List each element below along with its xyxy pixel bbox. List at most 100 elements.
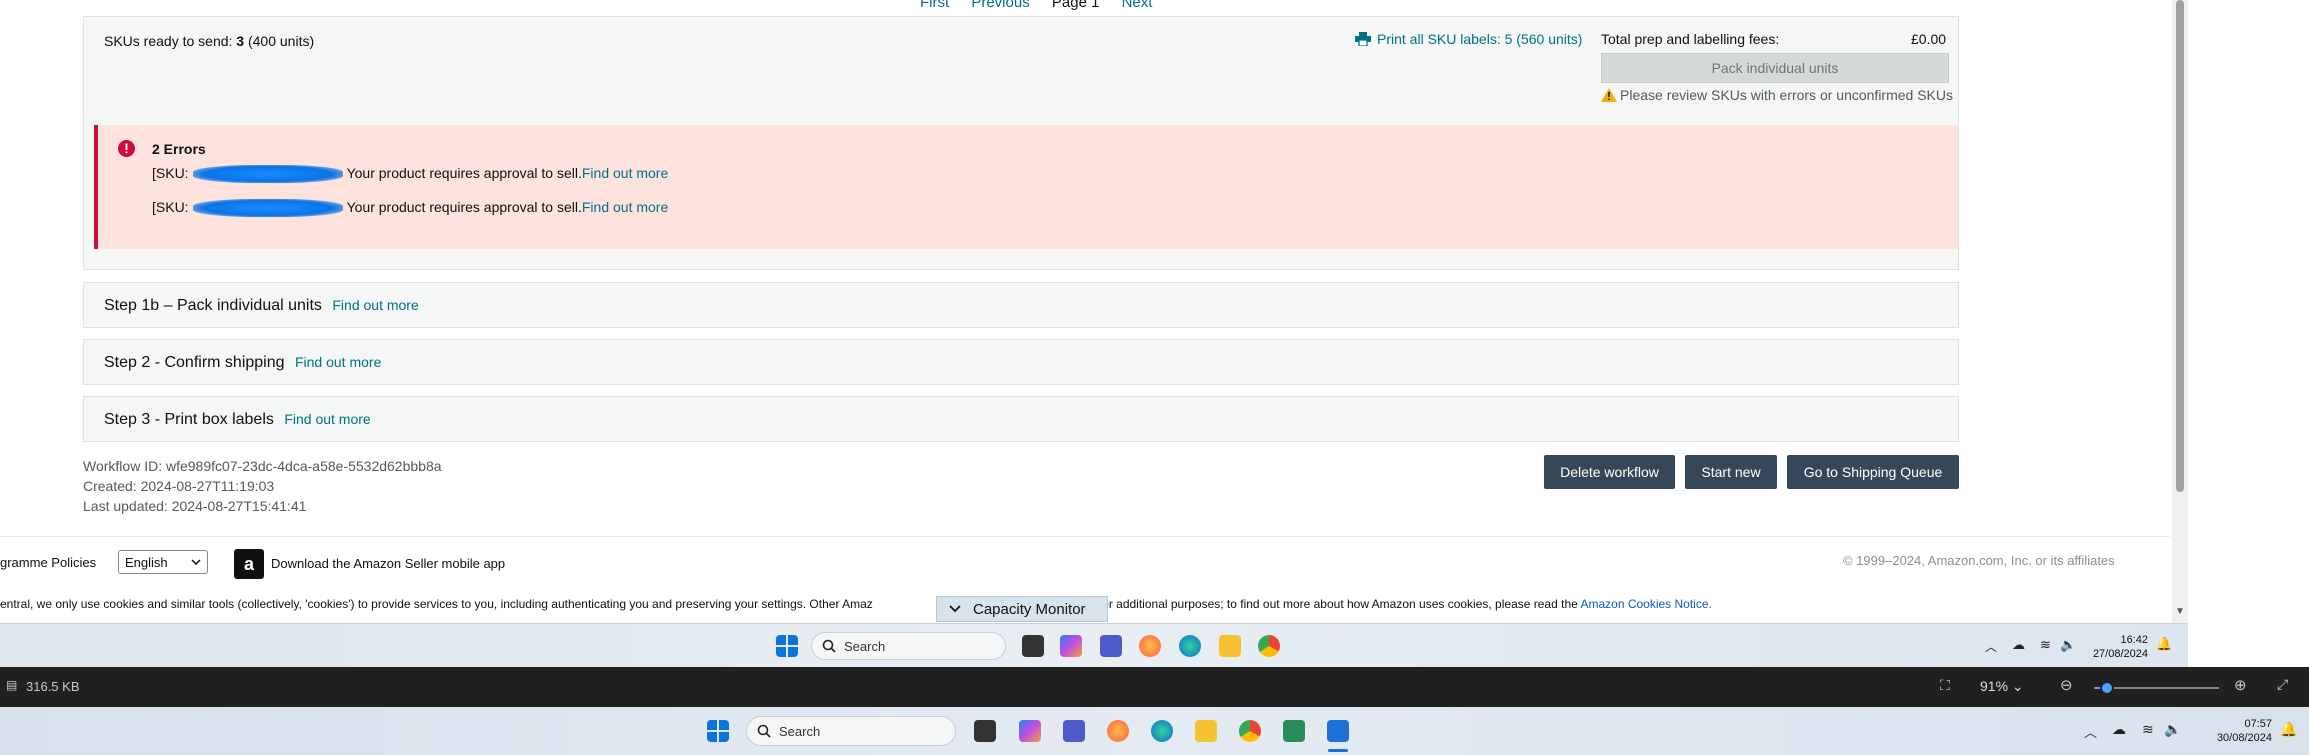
- amazon-app-icon[interactable]: a: [234, 549, 264, 579]
- workflow-id: Workflow ID: wfe989fc07-23dc-4dca-a58e-5…: [83, 458, 442, 474]
- step-1b-find-out-more-link[interactable]: Find out more: [332, 297, 418, 313]
- cloud-sync-icon[interactable]: ☁: [2012, 637, 2025, 653]
- pagination: First Previous Page 1 Next: [920, 0, 1170, 11]
- error-find-out-more-link[interactable]: Find out more: [582, 165, 668, 181]
- wifi-icon[interactable]: ≋: [2142, 721, 2154, 738]
- language-select[interactable]: English: [118, 550, 208, 574]
- step-3-find-out-more-link[interactable]: Find out more: [284, 411, 370, 427]
- volume-icon[interactable]: 🔈: [2060, 637, 2076, 653]
- inner-clock-time: 16:42: [2120, 634, 2148, 646]
- firefox-icon[interactable]: [1139, 635, 1161, 657]
- workflow-updated: Last updated: 2024-08-27T15:41:41: [83, 498, 307, 514]
- outer-taskbar-search[interactable]: Search: [746, 716, 956, 746]
- error-row: [SKU: Your product requires approval to s…: [152, 165, 668, 184]
- chrome-icon[interactable]: [1239, 720, 1261, 742]
- fit-screen-icon[interactable]: ⛶: [1940, 677, 1950, 694]
- search-icon: [757, 724, 771, 738]
- file-size: 316.5 KB: [26, 679, 80, 694]
- shipping-queue-button[interactable]: Go to Shipping Queue: [1787, 455, 1959, 489]
- skus-ready-label: SKUs ready to send:: [104, 33, 233, 49]
- pack-individual-units-button[interactable]: Pack individual units: [1601, 53, 1949, 83]
- error-sku-prefix: [SKU:: [152, 165, 189, 181]
- error-message: Your product requires approval to sell.: [346, 199, 582, 215]
- error-message: Your product requires approval to sell.: [346, 165, 582, 181]
- print-all-label: Print all SKU labels: 5 (560 units): [1377, 31, 1583, 47]
- review-note-text: Please review SKUs with errors or unconf…: [1620, 87, 1954, 103]
- zoom-dropdown[interactable]: 91% ⌄: [1980, 678, 2024, 695]
- copilot-icon[interactable]: [1019, 720, 1041, 742]
- outer-clock-date: 30/08/2024: [2216, 732, 2272, 744]
- footer-divider: [0, 536, 2170, 537]
- skus-ready-units: (400 units): [247, 33, 315, 49]
- pager-next[interactable]: Next: [1122, 0, 1153, 11]
- delete-workflow-button[interactable]: Delete workflow: [1544, 455, 1675, 489]
- capacity-monitor-label: Capacity Monitor: [973, 600, 1086, 618]
- pager-previous[interactable]: Previous: [971, 0, 1029, 11]
- error-find-out-more-link[interactable]: Find out more: [582, 199, 668, 215]
- send-panel: SKUs ready to send: 3 (400 units) Print …: [83, 16, 1959, 270]
- wifi-icon[interactable]: ≋: [2040, 637, 2051, 653]
- step-1b-section[interactable]: Step 1b – Pack individual units Find out…: [83, 282, 1959, 328]
- edge-icon[interactable]: [1179, 635, 1201, 657]
- workflow-meta: Workflow ID: wfe989fc07-23dc-4dca-a58e-5…: [83, 456, 442, 516]
- step-2-section[interactable]: Step 2 - Confirm shipping Find out more: [83, 339, 1959, 385]
- fees-label: Total prep and labelling fees:: [1601, 31, 1780, 47]
- inner-clock-date: 27/08/2024: [2092, 648, 2148, 660]
- notification-bell-icon[interactable]: 🔔: [2156, 636, 2172, 652]
- task-view-icon[interactable]: [974, 720, 996, 742]
- file-explorer-icon[interactable]: [1195, 720, 1217, 742]
- task-view-icon[interactable]: [1022, 635, 1044, 657]
- chrome-icon[interactable]: [1258, 635, 1280, 657]
- notification-bell-icon[interactable]: 🔔: [2280, 721, 2297, 738]
- inner-clock[interactable]: 16:42 27/08/2024: [2088, 633, 2148, 661]
- step-3-title: Step 3 - Print box labels: [104, 411, 274, 428]
- print-all-labels-link[interactable]: Print all SKU labels: 5 (560 units): [1355, 31, 1582, 47]
- cookies-notice-link[interactable]: Amazon Cookies Notice.: [1580, 597, 1711, 611]
- error-box: 2 Errors [SKU: Your product requires appr…: [94, 125, 1958, 249]
- programme-policies-link[interactable]: gramme Policies: [0, 555, 96, 570]
- pager-first[interactable]: First: [920, 0, 949, 11]
- scrollbar-thumb[interactable]: [2176, 0, 2184, 492]
- zoom-in-icon[interactable]: ⊕: [2234, 676, 2247, 694]
- copilot-icon[interactable]: [1060, 635, 1082, 657]
- firefox-icon[interactable]: [1107, 720, 1129, 742]
- scroll-down-arrow-icon[interactable]: ▼: [2175, 606, 2185, 617]
- inner-taskbar: Search ︿ ☁ ≋ 🔈 16:42 27/08/2024 🔔: [0, 623, 2188, 667]
- step-2-find-out-more-link[interactable]: Find out more: [295, 354, 381, 370]
- chevron-down-icon: [949, 605, 961, 613]
- redaction-scribble: [192, 199, 343, 218]
- windows-start-icon[interactable]: [707, 720, 729, 742]
- image-viewer-statusbar: ▤ 316.5 KB ⛶ 91% ⌄ ⊖ ⊕ ⤢: [0, 667, 2309, 707]
- download-app-link[interactable]: Download the Amazon Seller mobile app: [271, 556, 505, 571]
- error-sku-prefix: [SKU:: [152, 199, 189, 215]
- file-explorer-icon[interactable]: [1219, 635, 1241, 657]
- teams-icon[interactable]: [1100, 635, 1122, 657]
- photos-icon[interactable]: [1327, 720, 1349, 742]
- language-value: English: [125, 554, 168, 570]
- error-row: [SKU: Your product requires approval to s…: [152, 199, 668, 218]
- cookie-text-start: entral, we only use cookies and similar …: [0, 597, 873, 611]
- step-3-section[interactable]: Step 3 - Print box labels Find out more: [83, 396, 1959, 442]
- teams-icon[interactable]: [1063, 720, 1085, 742]
- capacity-monitor-tab[interactable]: Capacity Monitor: [936, 596, 1108, 622]
- edge-icon[interactable]: [1151, 720, 1173, 742]
- outer-clock[interactable]: 07:57 30/08/2024: [2212, 717, 2272, 745]
- inner-taskbar-search[interactable]: Search: [811, 632, 1006, 660]
- fullscreen-icon[interactable]: ⤢: [2277, 676, 2288, 693]
- notepad-icon[interactable]: [1283, 720, 1305, 742]
- windows-start-icon[interactable]: [776, 635, 798, 657]
- zoom-slider-knob[interactable]: [2099, 681, 2114, 695]
- zoom-slider[interactable]: [2094, 681, 2219, 695]
- inner-search-placeholder: Search: [844, 638, 886, 654]
- pager-current: Page 1: [1051, 0, 1100, 11]
- chevron-up-icon[interactable]: ︿: [2084, 722, 2097, 741]
- zoom-out-icon[interactable]: ⊖: [2060, 676, 2073, 694]
- outer-clock-time: 07:57: [2244, 718, 2272, 730]
- chevron-up-icon[interactable]: ︿: [1985, 638, 1997, 655]
- cloud-sync-icon[interactable]: ☁: [2112, 721, 2126, 738]
- page-scrollbar[interactable]: ▼: [2172, 0, 2188, 623]
- volume-icon[interactable]: 🔈: [2164, 721, 2181, 738]
- outer-taskbar: Search ︿ ☁ ≋ 🔈 07:57 30/08/2024 🔔: [0, 707, 2309, 755]
- cookie-text-end: e cookies for additional purposes; to fi…: [1044, 597, 1578, 611]
- start-new-button[interactable]: Start new: [1685, 455, 1777, 489]
